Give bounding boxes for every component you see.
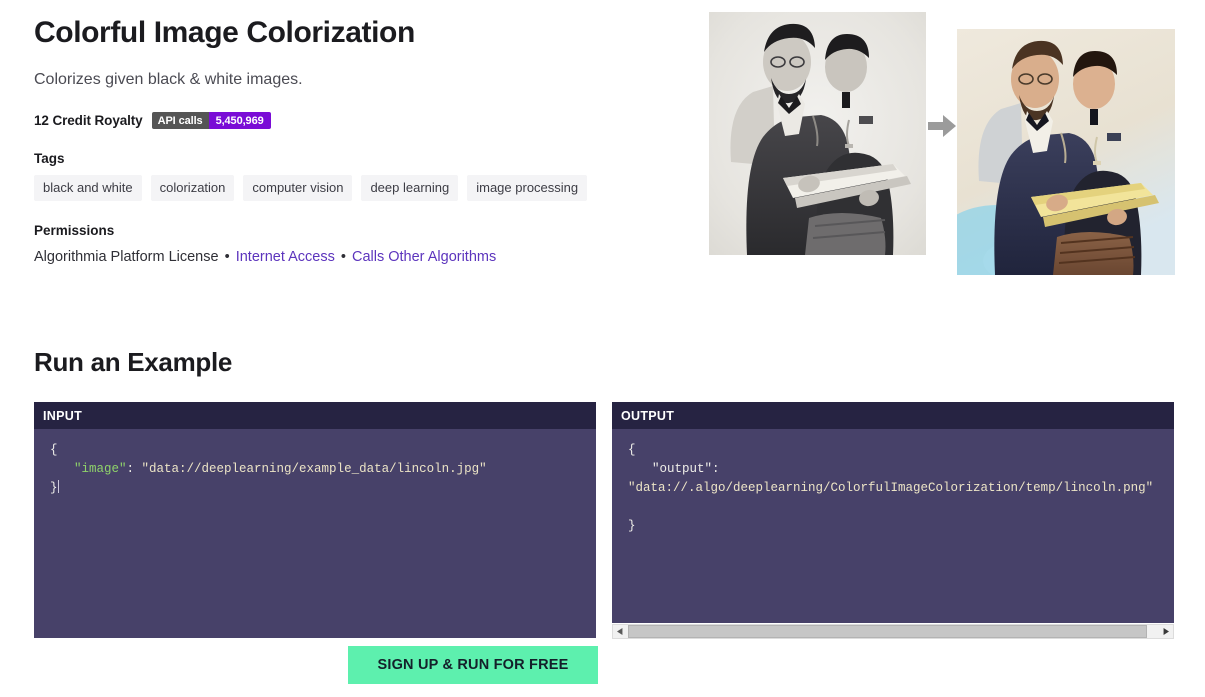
scrollbar-track[interactable] bbox=[628, 625, 1158, 638]
code-line: } bbox=[628, 517, 1164, 536]
code-line: "data://.algo/deeplearning/ColorfulImage… bbox=[628, 479, 1164, 498]
tag-chip[interactable]: computer vision bbox=[243, 175, 353, 202]
code-line: } bbox=[50, 479, 586, 498]
scrollbar-thumb[interactable] bbox=[628, 625, 1148, 638]
api-calls-badge-label: API calls bbox=[151, 112, 209, 130]
code-token: } bbox=[50, 481, 58, 495]
code-token: "image" bbox=[74, 462, 127, 476]
credit-royalty-label: 12 Credit Royalty bbox=[34, 113, 143, 129]
permission-separator: • bbox=[220, 249, 234, 266]
output-panel-header: OUTPUT bbox=[612, 402, 1174, 429]
input-code-block[interactable]: { "image": "data://deeplearning/example_d… bbox=[34, 429, 596, 508]
tag-list: black and white colorization computer visi… bbox=[34, 175, 674, 202]
text-cursor bbox=[57, 480, 59, 493]
page-title: Colorful Image Colorization bbox=[34, 16, 415, 49]
algorithm-preview-images bbox=[700, 0, 1205, 290]
code-line: { bbox=[628, 441, 1164, 460]
before-image-thumbnail bbox=[709, 12, 926, 255]
code-token: "data://deeplearning/example_data/lincol… bbox=[141, 462, 487, 476]
output-panel-title: OUTPUT bbox=[621, 408, 675, 423]
code-token: : bbox=[126, 462, 142, 476]
api-calls-badge: API calls 5,450,969 bbox=[151, 112, 271, 130]
code-token: "output": bbox=[652, 462, 720, 476]
algorithm-info: Colorful Image Colorization Colorizes gi… bbox=[34, 14, 674, 268]
input-panel-header: INPUT bbox=[34, 402, 596, 429]
output-panel: OUTPUT { "output": "data://.algo/deeplearn… bbox=[612, 402, 1174, 623]
permission-license: Algorithmia Platform License bbox=[34, 249, 219, 266]
permission-link[interactable]: Internet Access bbox=[236, 249, 335, 265]
code-token: { bbox=[628, 443, 636, 457]
code-line: "image": "data://deeplearning/example_da… bbox=[50, 460, 586, 479]
permissions-heading: Permissions bbox=[34, 223, 115, 239]
code-token: } bbox=[628, 519, 636, 533]
code-line: "output": bbox=[628, 460, 1164, 479]
algorithm-tagline: Colorizes given black & white images. bbox=[34, 70, 303, 88]
signup-run-free-button[interactable]: SIGN UP & RUN FOR FREE bbox=[348, 646, 598, 684]
algorithm-hero: Colorful Image Colorization Colorizes gi… bbox=[0, 0, 1205, 300]
tags-heading: Tags bbox=[34, 151, 65, 167]
tag-chip[interactable]: colorization bbox=[150, 175, 235, 202]
after-image-thumbnail bbox=[957, 29, 1175, 275]
scroll-left-arrow-icon[interactable] bbox=[613, 625, 628, 638]
tag-chip[interactable]: black and white bbox=[34, 175, 142, 202]
tag-chip[interactable]: image processing bbox=[467, 175, 588, 202]
output-horizontal-scrollbar[interactable] bbox=[612, 624, 1174, 639]
code-line: { bbox=[50, 441, 586, 460]
tag-chip[interactable]: deep learning bbox=[361, 175, 459, 202]
run-example-heading: Run an Example bbox=[34, 347, 233, 377]
api-calls-badge-value: 5,450,969 bbox=[208, 112, 271, 130]
scroll-right-arrow-icon[interactable] bbox=[1158, 625, 1173, 638]
output-code-block[interactable]: { "output": "data://.algo/deeplearning/Col… bbox=[612, 429, 1174, 546]
permission-link[interactable]: Calls Other Algorithms bbox=[352, 249, 496, 265]
input-panel: INPUT { "image": "data://deeplearning/exa… bbox=[34, 402, 596, 638]
code-token: "data://.algo/deeplearning/ColorfulImage… bbox=[628, 481, 1154, 495]
permission-separator: • bbox=[336, 249, 350, 266]
royalty-row: 12 Credit Royalty API calls 5,450,969 bbox=[34, 112, 674, 130]
arrow-right-icon bbox=[926, 112, 958, 140]
input-panel-title: INPUT bbox=[43, 408, 82, 423]
code-token: { bbox=[50, 443, 58, 457]
permissions-line: Algorithmia Platform License • Internet … bbox=[34, 248, 674, 268]
